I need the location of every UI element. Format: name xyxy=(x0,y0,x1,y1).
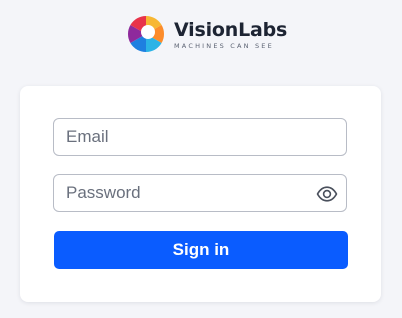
email-input[interactable] xyxy=(54,119,346,155)
show-password-toggle[interactable] xyxy=(316,183,338,205)
brand-name: VisionLabs xyxy=(174,18,288,41)
password-field-wrapper xyxy=(53,174,347,212)
login-card: Sign in xyxy=(20,86,381,302)
password-input[interactable] xyxy=(54,175,346,211)
visionlabs-logo-icon xyxy=(127,15,165,53)
brand-logo: VisionLabs MACHINES CAN SEE xyxy=(126,14,287,54)
sign-in-button[interactable]: Sign in xyxy=(54,231,348,269)
email-field-wrapper xyxy=(53,118,347,156)
eye-icon xyxy=(316,186,338,202)
brand-tagline: MACHINES CAN SEE xyxy=(174,41,274,50)
